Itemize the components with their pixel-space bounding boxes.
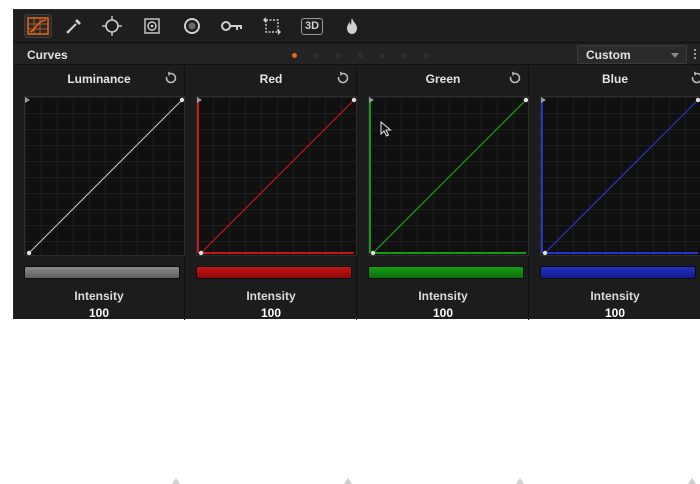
blur-tool-button[interactable]: [178, 14, 206, 38]
intensity-slider[interactable]: [368, 266, 524, 484]
palette-toolbar: 3D: [14, 10, 700, 43]
curve-point[interactable]: [370, 250, 376, 256]
chevron-down-icon: [671, 53, 679, 58]
channel-title: Blue: [601, 72, 628, 86]
color-tool-button[interactable]: [338, 14, 366, 38]
channel-red: Red Intensity 100: [186, 66, 357, 484]
channel-title: Luminance: [67, 72, 131, 86]
channel-title: Green: [425, 72, 461, 86]
color-panel: 3D Curves Custom Luminance Intensity 100…: [13, 9, 700, 484]
slider-handle[interactable]: [516, 478, 524, 484]
intensity-slider[interactable]: [196, 266, 352, 484]
qualifier-picker-icon: [66, 19, 81, 34]
channel-luminance: Luminance Intensity 100: [14, 66, 185, 484]
blur-icon: [184, 18, 200, 34]
more-options-icon[interactable]: [694, 49, 697, 61]
channel-blue: Blue Intensity 100: [530, 66, 700, 484]
curve-point[interactable]: [523, 97, 529, 103]
input-marker-icon[interactable]: [369, 97, 374, 103]
window-tool-button[interactable]: [98, 14, 126, 38]
preset-value: Custom: [586, 48, 631, 62]
page-dot[interactable]: [336, 53, 341, 58]
curve-point[interactable]: [198, 250, 204, 256]
curve-point[interactable]: [26, 250, 32, 256]
curve-point[interactable]: [542, 250, 548, 256]
intensity-value[interactable]: 100: [530, 306, 700, 320]
input-marker-icon[interactable]: [25, 97, 30, 103]
intensity-value[interactable]: 100: [14, 306, 184, 320]
page-dot[interactable]: [358, 53, 363, 58]
intensity-label: Intensity: [246, 289, 296, 303]
curves-tool-button[interactable]: [24, 14, 52, 38]
curve-graph[interactable]: [540, 96, 700, 256]
curve-point[interactable]: [695, 97, 700, 103]
curve-line: [544, 99, 699, 254]
curve-line: [200, 99, 355, 254]
curve-graph[interactable]: [368, 96, 529, 256]
curve-graph[interactable]: [196, 96, 357, 256]
slider-handle[interactable]: [172, 478, 180, 484]
page-dot[interactable]: [380, 53, 385, 58]
page-dot[interactable]: [314, 53, 319, 58]
slider-handle[interactable]: [344, 478, 352, 484]
intensity-label: Intensity: [418, 289, 468, 303]
channel-green: Green Intensity 100: [358, 66, 529, 484]
curves-icon: [27, 17, 49, 35]
curve-line: [28, 99, 183, 254]
preset-dropdown[interactable]: Custom: [577, 45, 687, 64]
curve-line: [372, 99, 527, 254]
intensity-value[interactable]: 100: [186, 306, 356, 320]
intensity-label: Intensity: [74, 289, 124, 303]
panel-title: Curves: [27, 48, 68, 62]
input-marker-icon[interactable]: [541, 97, 546, 103]
3d-tool-button[interactable]: 3D: [298, 14, 326, 38]
channel-title: Red: [259, 72, 283, 86]
page-dot[interactable]: [402, 53, 407, 58]
intensity-slider[interactable]: [540, 266, 696, 484]
3d-label: 3D: [300, 17, 324, 35]
key-icon: [221, 21, 242, 31]
tracker-icon: [144, 18, 160, 34]
sizing-icon: [263, 17, 281, 35]
input-marker-icon[interactable]: [197, 97, 202, 103]
tracker-tool-button[interactable]: [138, 14, 166, 38]
page-dot-active[interactable]: [292, 53, 297, 58]
curve-graph[interactable]: [24, 96, 185, 256]
curves-panel-header: Curves Custom: [14, 44, 700, 65]
reset-icon[interactable]: [336, 71, 350, 85]
intensity-value[interactable]: 100: [358, 306, 528, 320]
qualifier-tool-button[interactable]: [60, 14, 88, 38]
window-icon: [102, 16, 122, 36]
mouse-cursor-icon: [380, 121, 392, 137]
sizing-tool-button[interactable]: [258, 14, 286, 38]
reset-icon[interactable]: [164, 71, 178, 85]
reset-icon[interactable]: [508, 71, 522, 85]
curve-point[interactable]: [179, 97, 185, 103]
reset-icon[interactable]: [690, 71, 700, 85]
slider-handle[interactable]: [688, 478, 696, 484]
color-flame-icon: [347, 18, 357, 34]
curve-point[interactable]: [351, 97, 357, 103]
intensity-label: Intensity: [590, 289, 640, 303]
intensity-slider[interactable]: [24, 266, 180, 484]
page-dot[interactable]: [424, 53, 429, 58]
key-tool-button[interactable]: [218, 14, 246, 38]
